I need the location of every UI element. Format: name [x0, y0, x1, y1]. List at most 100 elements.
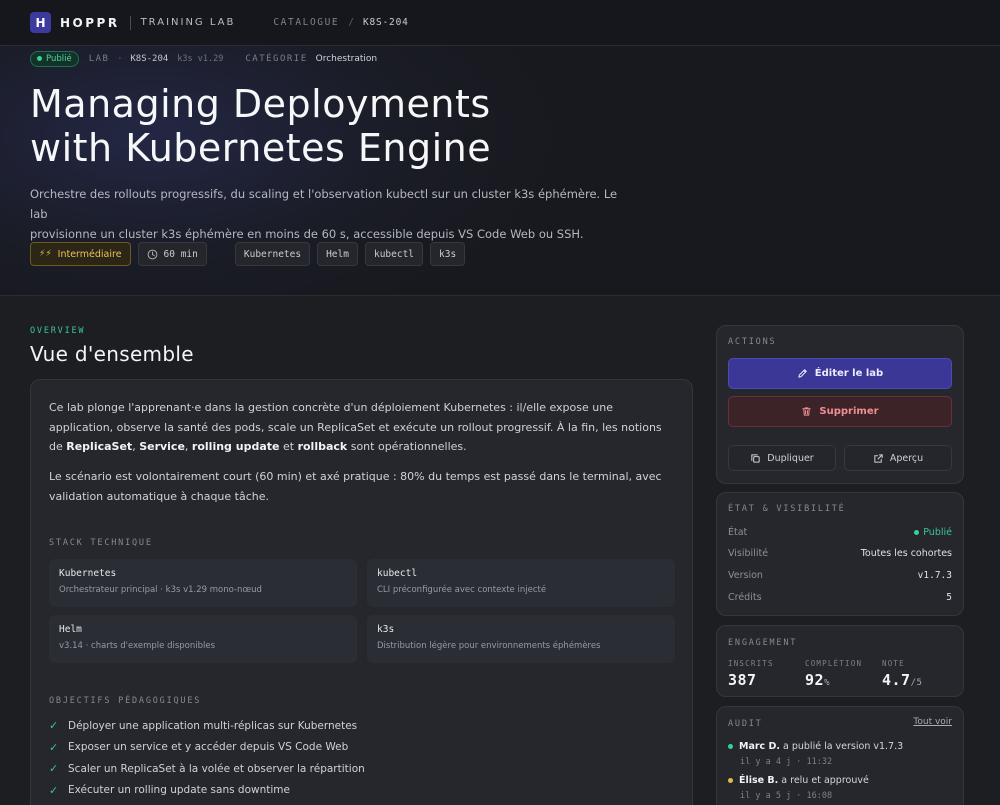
- actions-label: ACTIONS: [728, 337, 777, 347]
- audit-time: il y a 5 j · 16:08: [740, 791, 833, 801]
- external-link-icon: [874, 453, 883, 463]
- status-dot-icon: [914, 530, 920, 535]
- stack-item-name: kubectl: [377, 568, 418, 579]
- preview-button[interactable]: Aperçu: [844, 445, 952, 471]
- status-badge-label: Publié: [46, 53, 72, 64]
- category-value: Orchestration: [315, 53, 378, 64]
- stack-item-desc: Orchestrateur principal · k3s v1.29 mono…: [59, 585, 262, 595]
- breadcrumb-catalogue[interactable]: CATALOGUE: [273, 17, 339, 28]
- brand-name: HOPPR: [60, 15, 120, 30]
- stack-item-name: Helm: [59, 624, 82, 635]
- tech-tag[interactable]: k3s: [430, 242, 466, 266]
- overview-title: Vue d'ensemble: [30, 342, 194, 366]
- level-label: Intermédiaire: [57, 248, 122, 260]
- meta-row: Publié LAB · K8S-204 k3s v1.29 CATÉGORIE…: [30, 50, 378, 67]
- edit-lab-label: Éditer le lab: [814, 368, 884, 379]
- stack-item-name: Kubernetes: [59, 568, 117, 579]
- visibility-row: Visibilité Toutes les cohortes: [728, 548, 952, 559]
- actions-panel: ACTIONS Éditer le lab Supprimer Duplique…: [716, 325, 964, 484]
- stack-label: STACK TECHNIQUE: [49, 538, 153, 548]
- delete-button[interactable]: Supprimer: [728, 396, 952, 427]
- lab-runtime-version: k3s v1.29: [177, 53, 224, 64]
- stack-item: k3s Distribution légère pour environneme…: [367, 615, 675, 663]
- engagement-label: ENGAGEMENT: [728, 638, 798, 648]
- breadcrumb-current: K8S-204: [362, 17, 409, 28]
- logo-letter: H: [35, 15, 46, 30]
- copy-icon: [751, 453, 760, 463]
- overview-card: Ce lab plonge l'apprenant·e dans la gest…: [30, 379, 693, 805]
- overview-paragraph-2: Le scénario est volontairement court (60…: [49, 470, 662, 503]
- breadcrumb: CATALOGUE / K8S-204: [273, 17, 408, 28]
- overview-paragraph-1: Ce lab plonge l'apprenant·e dans la gest…: [49, 401, 662, 453]
- stack-item-desc: Distribution légère pour environnements …: [377, 641, 601, 651]
- lab-description-line-1: Orchestre des rollouts progressifs, du s…: [30, 187, 618, 221]
- trash-icon: [802, 407, 812, 416]
- stack-item-desc: v3.14 · charts d'exemple disponibles: [59, 641, 216, 651]
- tech-tag[interactable]: kubectl: [364, 242, 424, 266]
- check-icon: ✓: [49, 762, 59, 776]
- audit-entry: Marc D. a publié la version v1.7.3 il y …: [728, 741, 952, 767]
- lab-description-line-2: provisionne un cluster k3s éphémère en m…: [30, 227, 584, 241]
- stack-item-desc: CLI préconfigurée avec contexte injecté: [377, 585, 547, 595]
- breadcrumb-separator: /: [348, 17, 354, 28]
- audit-entry: Élise B. a relu et approuvé il y a 5 j ·…: [728, 775, 952, 801]
- duration-label: 60 min: [163, 248, 198, 260]
- audit-label: AUDIT: [728, 719, 763, 729]
- page-title-line-2: with Kubernetes Engine: [30, 126, 492, 170]
- brand-divider: [129, 15, 131, 30]
- page-title-line-1: Managing Deployments: [30, 82, 491, 126]
- meta-dot: ·: [118, 53, 122, 64]
- see-all-link[interactable]: Tout voir: [913, 717, 952, 727]
- audit-dot-icon: [728, 744, 733, 749]
- objectives-list: ✓ Déployer une application multi-réplicas…: [49, 715, 669, 801]
- overview-eyebrow: OVERVIEW: [30, 326, 86, 336]
- status-value: Publié: [914, 527, 952, 538]
- status-badge: Publié: [30, 50, 79, 67]
- check-icon: ✓: [49, 783, 59, 797]
- objective-item: ✓ Scaler un ReplicaSet à la volée et obse…: [49, 762, 365, 776]
- top-bar: H HOPPR TRAINING LAB CATALOGUE / K8S-204: [0, 0, 1000, 46]
- lab-label: LAB: [88, 53, 110, 64]
- tech-tag[interactable]: Kubernetes: [234, 242, 311, 266]
- duplicate-button[interactable]: Dupliquer: [728, 445, 836, 471]
- objective-item: ✓ Exposer un service et y accéder depuis …: [49, 740, 349, 754]
- edit-lab-button[interactable]: Éditer le lab: [728, 358, 952, 389]
- page-title: Managing Deployments with Kubernetes Eng…: [30, 82, 670, 170]
- version-row: Version v1.7.3: [728, 570, 952, 581]
- state-row: État Publié: [728, 527, 952, 538]
- audit-time: il y a 4 j · 11:32: [740, 757, 833, 767]
- audit-dot-icon: [728, 778, 733, 783]
- stack-item: Kubernetes Orchestrateur principal · k3s…: [49, 559, 357, 607]
- category-label: CATÉGORIE: [245, 53, 308, 64]
- level-badge: ⚡⚡ Intermédiaire: [30, 242, 131, 266]
- credits-row: Crédits 5: [728, 592, 952, 603]
- status-dot-icon: [37, 56, 42, 61]
- app-logo[interactable]: H: [30, 12, 51, 33]
- brand-subtitle: TRAINING LAB: [140, 17, 236, 28]
- tech-tag[interactable]: Helm: [317, 242, 358, 266]
- engagement-panel: ENGAGEMENT INSCRITS 387 COMPLÉTION 92% N…: [716, 625, 964, 697]
- duration-badge: 60 min: [137, 242, 207, 266]
- duplicate-label: Dupliquer: [767, 452, 814, 464]
- rating-stat: NOTE 4.7/5: [882, 659, 923, 689]
- objective-item: ✓ Exécuter un rolling update sans downtim…: [49, 783, 290, 797]
- check-icon: ✓: [49, 740, 59, 754]
- lab-description: Orchestre des rollouts progressifs, du s…: [30, 184, 630, 244]
- pencil-icon: [798, 369, 807, 378]
- enrolled-stat: INSCRITS 387: [728, 659, 774, 689]
- lab-code: K8S-204: [130, 53, 169, 64]
- state-label: ÉTAT & VISIBILITÉ: [728, 504, 846, 514]
- objective-item: ✓ Déployer une application multi-réplicas…: [49, 719, 358, 733]
- stack-grid: Kubernetes Orchestrateur principal · k3s…: [49, 559, 675, 663]
- check-icon: ✓: [49, 719, 59, 733]
- delete-label: Supprimer: [819, 406, 879, 417]
- hero: Publié LAB · K8S-204 k3s v1.29 CATÉGORIE…: [0, 46, 1000, 296]
- completion-stat: COMPLÉTION 92%: [805, 659, 863, 689]
- audit-panel: AUDIT Tout voir Marc D. a publié la vers…: [716, 706, 964, 805]
- stack-item-name: k3s: [377, 624, 395, 635]
- stack-item: Helm v3.14 · charts d'exemple disponible…: [49, 615, 357, 663]
- tag-row: ⚡⚡ Intermédiaire 60 min Kubernetes Helm …: [30, 242, 466, 266]
- preview-label: Aperçu: [889, 452, 924, 464]
- clock-icon: [147, 249, 157, 259]
- bolt-icon: ⚡⚡: [39, 249, 52, 259]
